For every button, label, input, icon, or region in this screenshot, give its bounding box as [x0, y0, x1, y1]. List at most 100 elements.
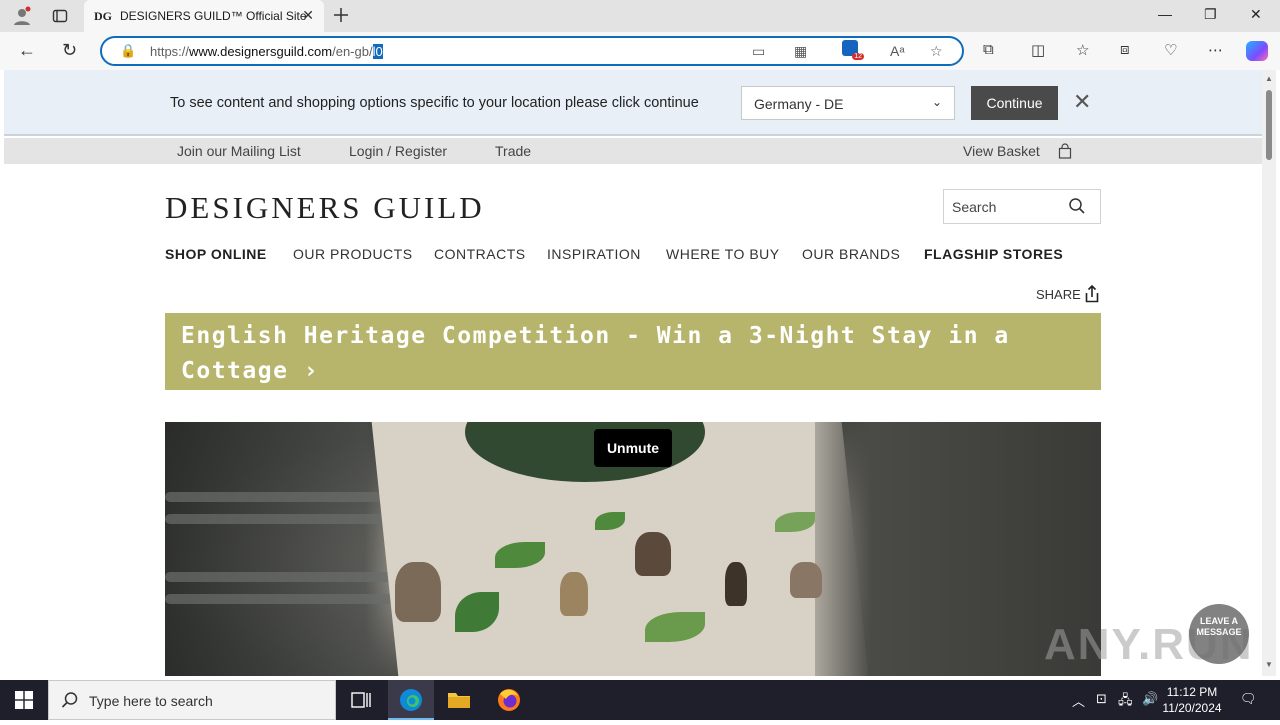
nav-inspiration[interactable]: INSPIRATION	[547, 246, 641, 262]
video-pipe	[165, 594, 405, 604]
page-scrollbar[interactable]: ▲ ▼	[1262, 70, 1276, 676]
close-icon[interactable]: ✕	[1073, 89, 1091, 115]
address-bar[interactable]: 🔒 https://www.designersguild.com/en-gb/l…	[100, 36, 964, 66]
unmute-button[interactable]: Unmute	[594, 429, 672, 467]
location-banner: To see content and shopping options spec…	[4, 70, 1262, 136]
chevron-down-icon: ⌄	[931, 95, 942, 109]
url-selection: l0	[372, 44, 383, 59]
trade-link[interactable]: Trade	[495, 143, 531, 159]
split-screen-icon[interactable]: ◫	[1031, 41, 1045, 59]
hero-video[interactable]: Unmute	[165, 422, 1101, 676]
nav-our-products[interactable]: OUR PRODUCTS	[293, 246, 413, 262]
taskbar-search-placeholder: Type here to search	[89, 693, 213, 709]
collections-icon[interactable]: ⧈	[1120, 41, 1130, 58]
login-register-link[interactable]: Login / Register	[349, 143, 447, 159]
tray-device-icon[interactable]: ⊡	[1096, 691, 1107, 707]
qr-code-icon[interactable]: ▦	[794, 43, 807, 60]
utility-bar: Join our Mailing List Login / Register T…	[4, 138, 1262, 164]
chat-label-line2: MESSAGE	[1196, 627, 1242, 637]
site-logo[interactable]: DESIGNERS GUILD	[165, 190, 485, 226]
extensions-puzzle-icon[interactable]: ⧉	[983, 41, 994, 58]
mailing-list-link[interactable]: Join our Mailing List	[177, 143, 301, 159]
promo-banner[interactable]: English Heritage Competition - Win a 3-N…	[165, 313, 1101, 390]
video-vase	[560, 572, 588, 616]
firefox-icon[interactable]	[486, 680, 532, 720]
search-icon	[61, 692, 78, 708]
video-pipe	[165, 572, 405, 582]
network-icon[interactable]: 🖧	[1118, 691, 1133, 713]
chat-label-line1: LEAVE A	[1199, 616, 1238, 626]
country-select-value: Germany - DE	[754, 96, 844, 112]
video-vase	[725, 562, 747, 606]
taskbar-search[interactable]: Type here to search	[48, 680, 336, 720]
refresh-icon[interactable]: ↻	[62, 40, 77, 61]
basket-icon[interactable]	[1058, 143, 1072, 159]
clock-time: 11:12 PM	[1166, 685, 1218, 699]
tab-favicon: DG	[94, 9, 112, 23]
url-path: /en-gb/	[332, 44, 373, 59]
read-aloud-icon[interactable]: Aᵃ	[890, 43, 905, 59]
nav-where-to-buy[interactable]: WHERE TO BUY	[666, 246, 780, 262]
url-host: www.designersguild.com	[189, 44, 333, 59]
share-icon[interactable]	[1084, 285, 1100, 303]
extension-icon[interactable]: 12	[842, 40, 864, 60]
page-viewport: To see content and shopping options spec…	[4, 70, 1262, 676]
country-select[interactable]: Germany - DE ⌄	[741, 86, 955, 120]
video-pipe	[165, 492, 405, 502]
browser-tab-bar: DG DESIGNERS GUILD™ Official Site ✕ — ❐ …	[0, 0, 1280, 32]
windows-taskbar: Type here to search ︿ ⊡ 🖧 🔊 11:12 PM 11/…	[0, 680, 1280, 720]
app-available-icon[interactable]: ▭	[752, 43, 765, 60]
search-icon[interactable]	[1068, 197, 1086, 215]
plus-icon	[334, 8, 348, 22]
site-search[interactable]	[943, 189, 1101, 224]
more-menu-icon[interactable]: ⋯	[1208, 41, 1223, 59]
tab-actions-icon[interactable]	[52, 8, 68, 24]
profile-icon[interactable]	[12, 6, 32, 26]
video-vase	[790, 562, 822, 598]
file-explorer-icon[interactable]	[436, 680, 482, 720]
windows-start-icon[interactable]	[15, 691, 33, 709]
taskbar-clock[interactable]: 11:12 PM 11/20/2024	[1160, 684, 1224, 716]
scroll-down-icon[interactable]: ▼	[1265, 660, 1273, 669]
new-tab-button[interactable]	[332, 6, 350, 24]
video-pipe	[165, 514, 405, 524]
leave-message-chat-button[interactable]: LEAVE A MESSAGE	[1189, 604, 1249, 664]
scrollbar-thumb[interactable]	[1266, 90, 1272, 160]
share-label[interactable]: SHARE	[1036, 287, 1081, 302]
continue-button[interactable]: Continue	[971, 86, 1058, 120]
location-message: To see content and shopping options spec…	[170, 95, 699, 111]
chat-label: LEAVE A MESSAGE	[1189, 616, 1249, 638]
tab-designers-guild[interactable]: DG DESIGNERS GUILD™ Official Site ✕	[84, 0, 324, 32]
extension-badge: 12	[852, 53, 864, 60]
back-arrow-icon[interactable]: ←	[18, 40, 36, 61]
nav-flagship-stores[interactable]: FLAGSHIP STORES	[924, 246, 1063, 262]
tray-chevron-up-icon[interactable]: ︿	[1072, 691, 1085, 710]
window-close-icon[interactable]: ✕	[1250, 6, 1262, 23]
favorites-icon[interactable]: ☆	[1076, 41, 1089, 59]
video-vase	[395, 562, 441, 622]
notifications-icon[interactable]: 🗨	[1240, 691, 1257, 707]
task-view-icon[interactable]	[338, 680, 384, 720]
url-scheme: https://	[150, 44, 190, 59]
restore-icon[interactable]: ❐	[1204, 6, 1217, 23]
video-vase	[635, 532, 671, 576]
edge-taskbar-icon[interactable]	[388, 680, 434, 720]
favorite-star-icon[interactable]: ☆	[930, 43, 943, 60]
nav-contracts[interactable]: CONTRACTS	[434, 246, 526, 262]
nav-shop-online[interactable]: SHOP ONLINE	[165, 246, 267, 262]
view-basket-link[interactable]: View Basket	[963, 143, 1040, 159]
nav-our-brands[interactable]: OUR BRANDS	[802, 246, 900, 262]
volume-icon[interactable]: 🔊	[1142, 691, 1158, 707]
tab-close-icon[interactable]: ✕	[302, 7, 314, 24]
copilot-icon[interactable]	[1246, 41, 1268, 61]
browser-essentials-icon[interactable]: ♡	[1164, 41, 1177, 59]
lock-icon[interactable]: 🔒	[120, 43, 136, 59]
browser-toolbar: ← ↻ 🔒 https://www.designersguild.com/en-…	[0, 32, 1280, 70]
promo-text[interactable]: English Heritage Competition - Win a 3-N…	[181, 319, 1081, 389]
search-input[interactable]	[952, 196, 1062, 218]
url-text[interactable]: https://www.designersguild.com/en-gb/l0	[150, 44, 383, 59]
scroll-up-icon[interactable]: ▲	[1265, 74, 1273, 83]
clock-date: 11/20/2024	[1162, 701, 1222, 715]
tab-title: DESIGNERS GUILD™ Official Site	[120, 9, 307, 23]
minimize-icon[interactable]: —	[1158, 6, 1172, 22]
